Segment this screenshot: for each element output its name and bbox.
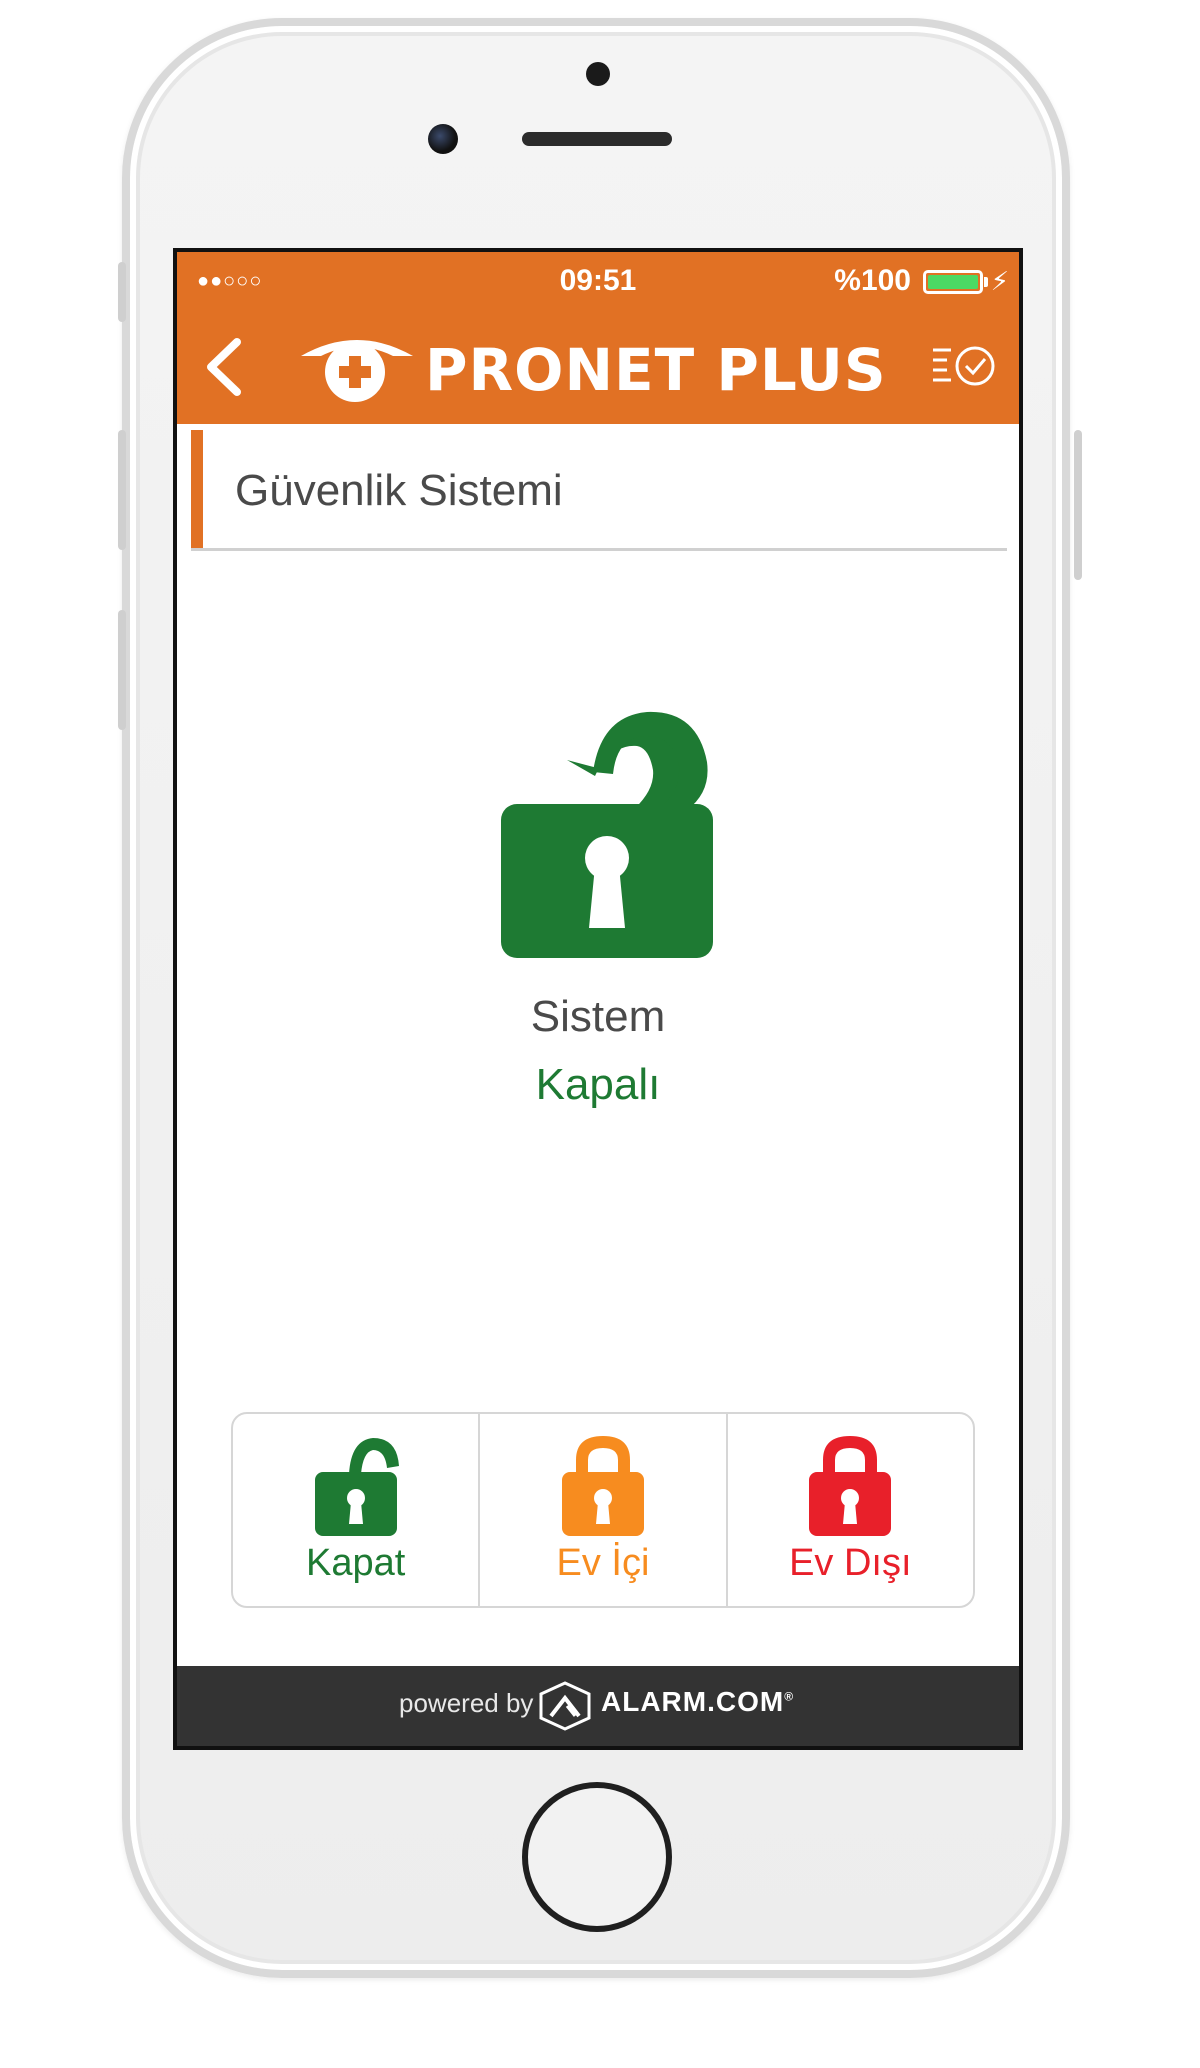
- unlocked-padlock-icon: [314, 1438, 399, 1536]
- footer-bar: powered by ALARM.COM®: [177, 1666, 1019, 1746]
- mode-away-button[interactable]: Ev Dışı: [728, 1414, 973, 1606]
- battery-icon: [923, 270, 983, 294]
- mode-stay-button[interactable]: Ev İçi: [480, 1414, 728, 1606]
- powered-by-text: powered by: [399, 1688, 534, 1718]
- mode-disarm-button[interactable]: Kapat: [233, 1414, 481, 1606]
- status-bar: ●●○○○ 09:51 %100 ⚡: [177, 252, 1019, 312]
- volume-up-button: [118, 430, 126, 550]
- app-screen: ●●○○○ 09:51 %100 ⚡ PRONET PLUS Güvenlik …: [173, 248, 1023, 1750]
- system-label: Sistem: [530, 992, 666, 1041]
- app-header: ●●○○○ 09:51 %100 ⚡ PRONET PLUS: [177, 252, 1019, 424]
- chevron-left-icon: [207, 338, 241, 396]
- stage: ●●○○○ 09:51 %100 ⚡ PRONET PLUS Güvenlik …: [0, 0, 1200, 2068]
- section-accent-bar: [191, 430, 203, 548]
- pronet-eye-icon: [301, 340, 413, 402]
- brand-name: PRONET PLUS: [425, 336, 887, 404]
- alarm-com-logo-icon: [539, 1681, 591, 1731]
- section-header: Güvenlik Sistemi: [191, 430, 1007, 551]
- locked-padlock-icon: [809, 1436, 892, 1536]
- unlocked-padlock-icon: [501, 711, 713, 958]
- front-camera: [428, 124, 458, 154]
- mode-label-ev-ici: Ev İçi: [556, 1542, 650, 1584]
- mode-label-kapat: Kapat: [306, 1542, 406, 1584]
- history-menu-button[interactable]: [929, 342, 999, 392]
- power-button: [1074, 430, 1082, 580]
- mode-label-ev-disi: Ev Dışı: [789, 1542, 912, 1584]
- system-state: Kapalı: [535, 1060, 661, 1109]
- alarm-com-brand: ALARM.COM®: [601, 1686, 794, 1718]
- charging-bolt-icon: ⚡: [990, 266, 1009, 296]
- volume-down-button: [118, 610, 126, 730]
- alarm-com-brand-text: ALARM.COM: [601, 1686, 785, 1717]
- battery-percent: %100: [834, 264, 911, 297]
- section-title: Güvenlik Sistemi: [235, 466, 563, 515]
- battery-level: [928, 275, 978, 289]
- arming-mode-selector: Kapat Ev İçi Ev Dışı: [231, 1412, 975, 1608]
- brand-logo: PRONET PLUS: [297, 330, 897, 410]
- battery-tip: [984, 277, 988, 287]
- list-check-icon: [933, 346, 995, 386]
- proximity-sensor: [586, 62, 610, 86]
- system-status-lock: [497, 692, 717, 962]
- mute-switch: [118, 262, 126, 322]
- registered-mark: ®: [784, 1689, 795, 1704]
- locked-padlock-icon: [561, 1436, 644, 1536]
- home-button[interactable]: [522, 1782, 672, 1932]
- back-button[interactable]: [195, 332, 255, 402]
- earpiece-speaker: [522, 132, 672, 146]
